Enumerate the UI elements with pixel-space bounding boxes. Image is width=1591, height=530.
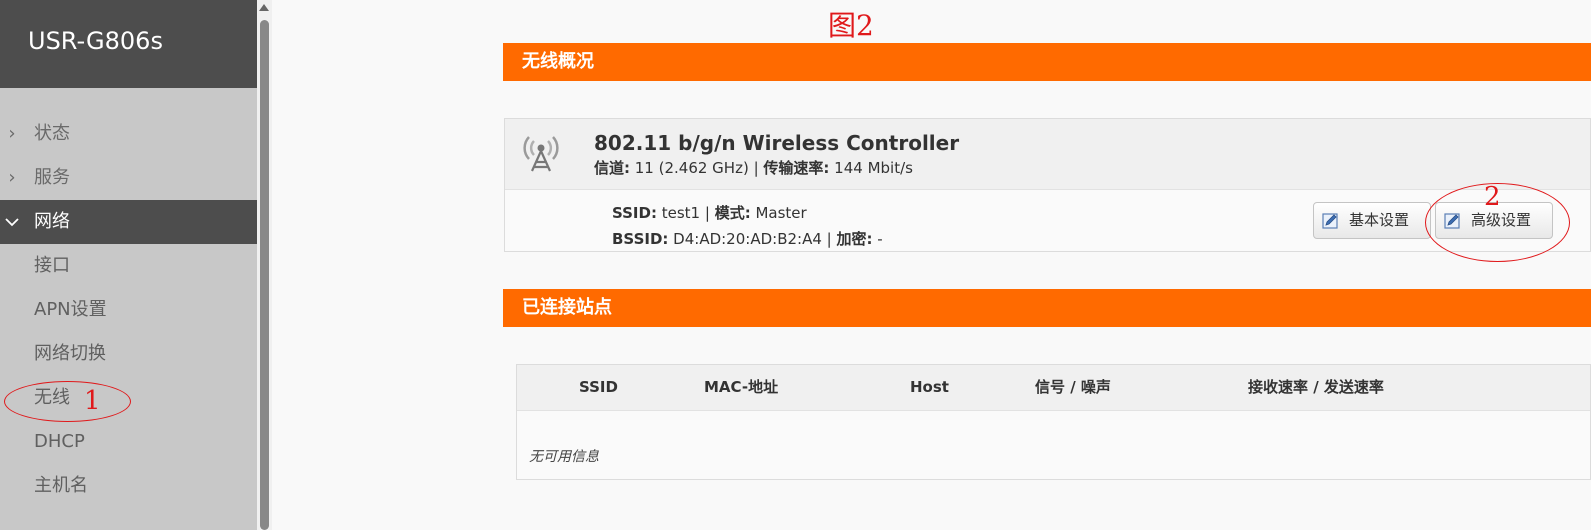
- mode-label: 模式:: [714, 204, 751, 222]
- ssid-value: test1 |: [656, 204, 715, 222]
- sidebar-menu: › 状态 › 服务 网络 接口 APN设置 网络切换 无线 DHCP 主机名: [0, 112, 257, 508]
- sidebar-item-apn[interactable]: APN设置: [0, 288, 257, 332]
- sidebar: USR-G806s › 状态 › 服务 网络 接口 APN设置 网络切换 无线 …: [0, 0, 257, 530]
- antenna-icon: [523, 136, 559, 172]
- sidebar-item-hostname[interactable]: 主机名: [0, 464, 257, 508]
- controller-details: 信道: 11 (2.462 GHz) | 传输速率: 144 Mbit/s: [594, 157, 913, 178]
- sidebar-item-label: 服务: [34, 167, 70, 188]
- encryption-value: -: [872, 230, 883, 248]
- network-submenu: 接口 APN设置 网络切换 无线 DHCP 主机名: [0, 244, 257, 508]
- bssid-label: BSSID:: [612, 230, 669, 248]
- sidebar-item-network-switch[interactable]: 网络切换: [0, 332, 257, 376]
- bssid-value: D4:AD:20:AD:B2:A4 |: [668, 230, 837, 248]
- controller-title: 802.11 b/g/n Wireless Controller: [594, 131, 960, 155]
- basic-settings-label: 基本设置: [1349, 211, 1410, 229]
- brand-title: USR-G806s: [0, 0, 257, 88]
- rate-value: 144 Mbit/s: [829, 159, 913, 177]
- basic-settings-button[interactable]: 基本设置: [1313, 202, 1431, 239]
- stations-table: SSID MAC-地址 Host 信号 / 噪声 接收速率 / 发送速率 无可用…: [516, 364, 1591, 480]
- scroll-thumb[interactable]: [260, 20, 269, 530]
- encryption-label: 加密:: [836, 230, 873, 248]
- chevron-down-icon: [4, 200, 20, 244]
- scroll-up-arrow-icon[interactable]: [259, 4, 269, 11]
- section-header-wireless-overview: 无线概况: [503, 43, 1591, 81]
- annotation-circle-1: [4, 381, 131, 422]
- table-header: SSID MAC-地址 Host 信号 / 噪声 接收速率 / 发送速率: [517, 365, 1590, 411]
- annotation-marker-1: 1: [84, 386, 101, 416]
- figure-label: 图2: [828, 9, 874, 42]
- column-header-host: Host: [910, 378, 949, 396]
- chevron-right-icon: ›: [8, 123, 16, 144]
- sidebar-item-interfaces[interactable]: 接口: [0, 244, 257, 288]
- ssid-line: SSID: test1 | 模式: Master: [612, 202, 807, 223]
- edit-icon: [1322, 213, 1338, 229]
- empty-message: 无可用信息: [529, 449, 599, 465]
- sidebar-item-label: 状态: [34, 123, 70, 144]
- channel-label: 信道:: [594, 159, 630, 177]
- sidebar-item-label: 网络: [34, 211, 70, 232]
- chevron-right-icon: ›: [8, 167, 16, 188]
- ssid-label: SSID:: [612, 204, 657, 222]
- controller-header: 802.11 b/g/n Wireless Controller 信道: 11 …: [505, 119, 1590, 190]
- bssid-line: BSSID: D4:AD:20:AD:B2:A4 | 加密: -: [612, 228, 883, 249]
- sidebar-item-services[interactable]: › 服务: [0, 156, 257, 200]
- sidebar-item-status[interactable]: › 状态: [0, 112, 257, 156]
- sidebar-scrollbar[interactable]: [257, 0, 272, 530]
- sidebar-item-dhcp[interactable]: DHCP: [0, 420, 257, 464]
- sidebar-item-network[interactable]: 网络: [0, 200, 257, 244]
- column-header-ssid: SSID: [579, 378, 618, 396]
- annotation-marker-2: 2: [1484, 182, 1501, 212]
- section-header-connected-stations: 已连接站点: [503, 289, 1591, 327]
- column-header-signal-noise: 信号 / 噪声: [1035, 378, 1111, 396]
- rate-label: 传输速率:: [763, 159, 830, 177]
- channel-value: 11 (2.462 GHz) |: [630, 159, 764, 177]
- mode-value: Master: [750, 204, 807, 222]
- column-header-mac: MAC-地址: [704, 378, 779, 396]
- column-header-rx-tx-rate: 接收速率 / 发送速率: [1248, 378, 1384, 396]
